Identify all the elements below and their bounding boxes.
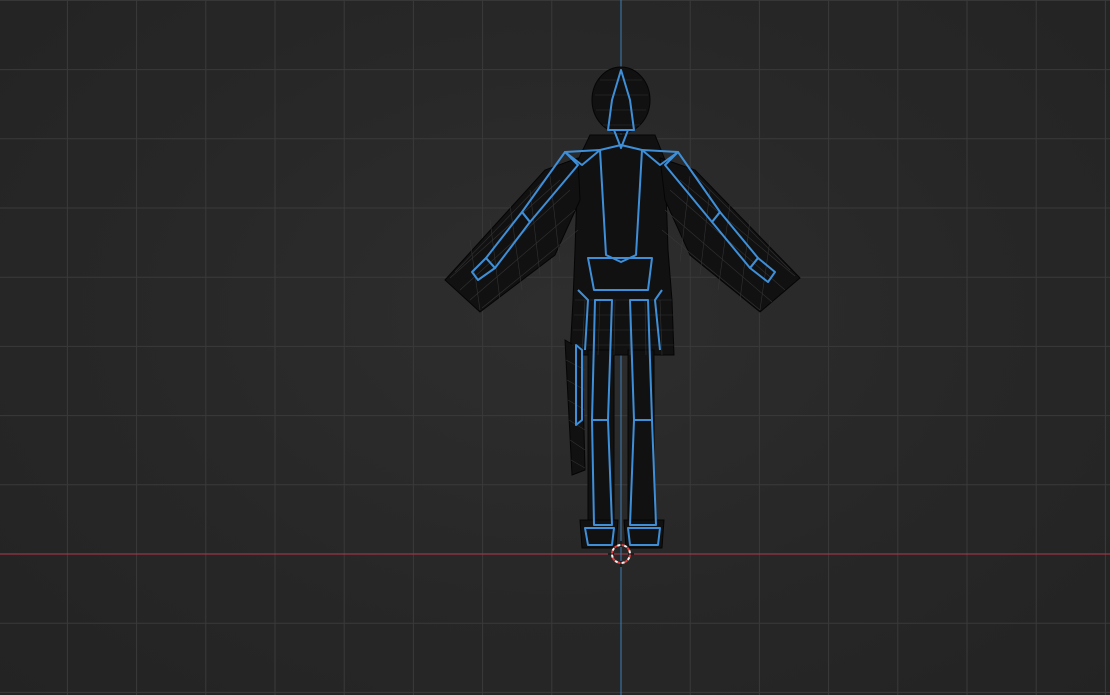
left-sleeve-mesh xyxy=(444,157,581,313)
3d-viewport[interactable] xyxy=(0,0,1110,695)
torso-mesh xyxy=(569,134,675,356)
head-mesh xyxy=(591,66,651,134)
floor-grid xyxy=(0,0,1110,695)
viewport-canvas[interactable] xyxy=(0,0,1110,695)
